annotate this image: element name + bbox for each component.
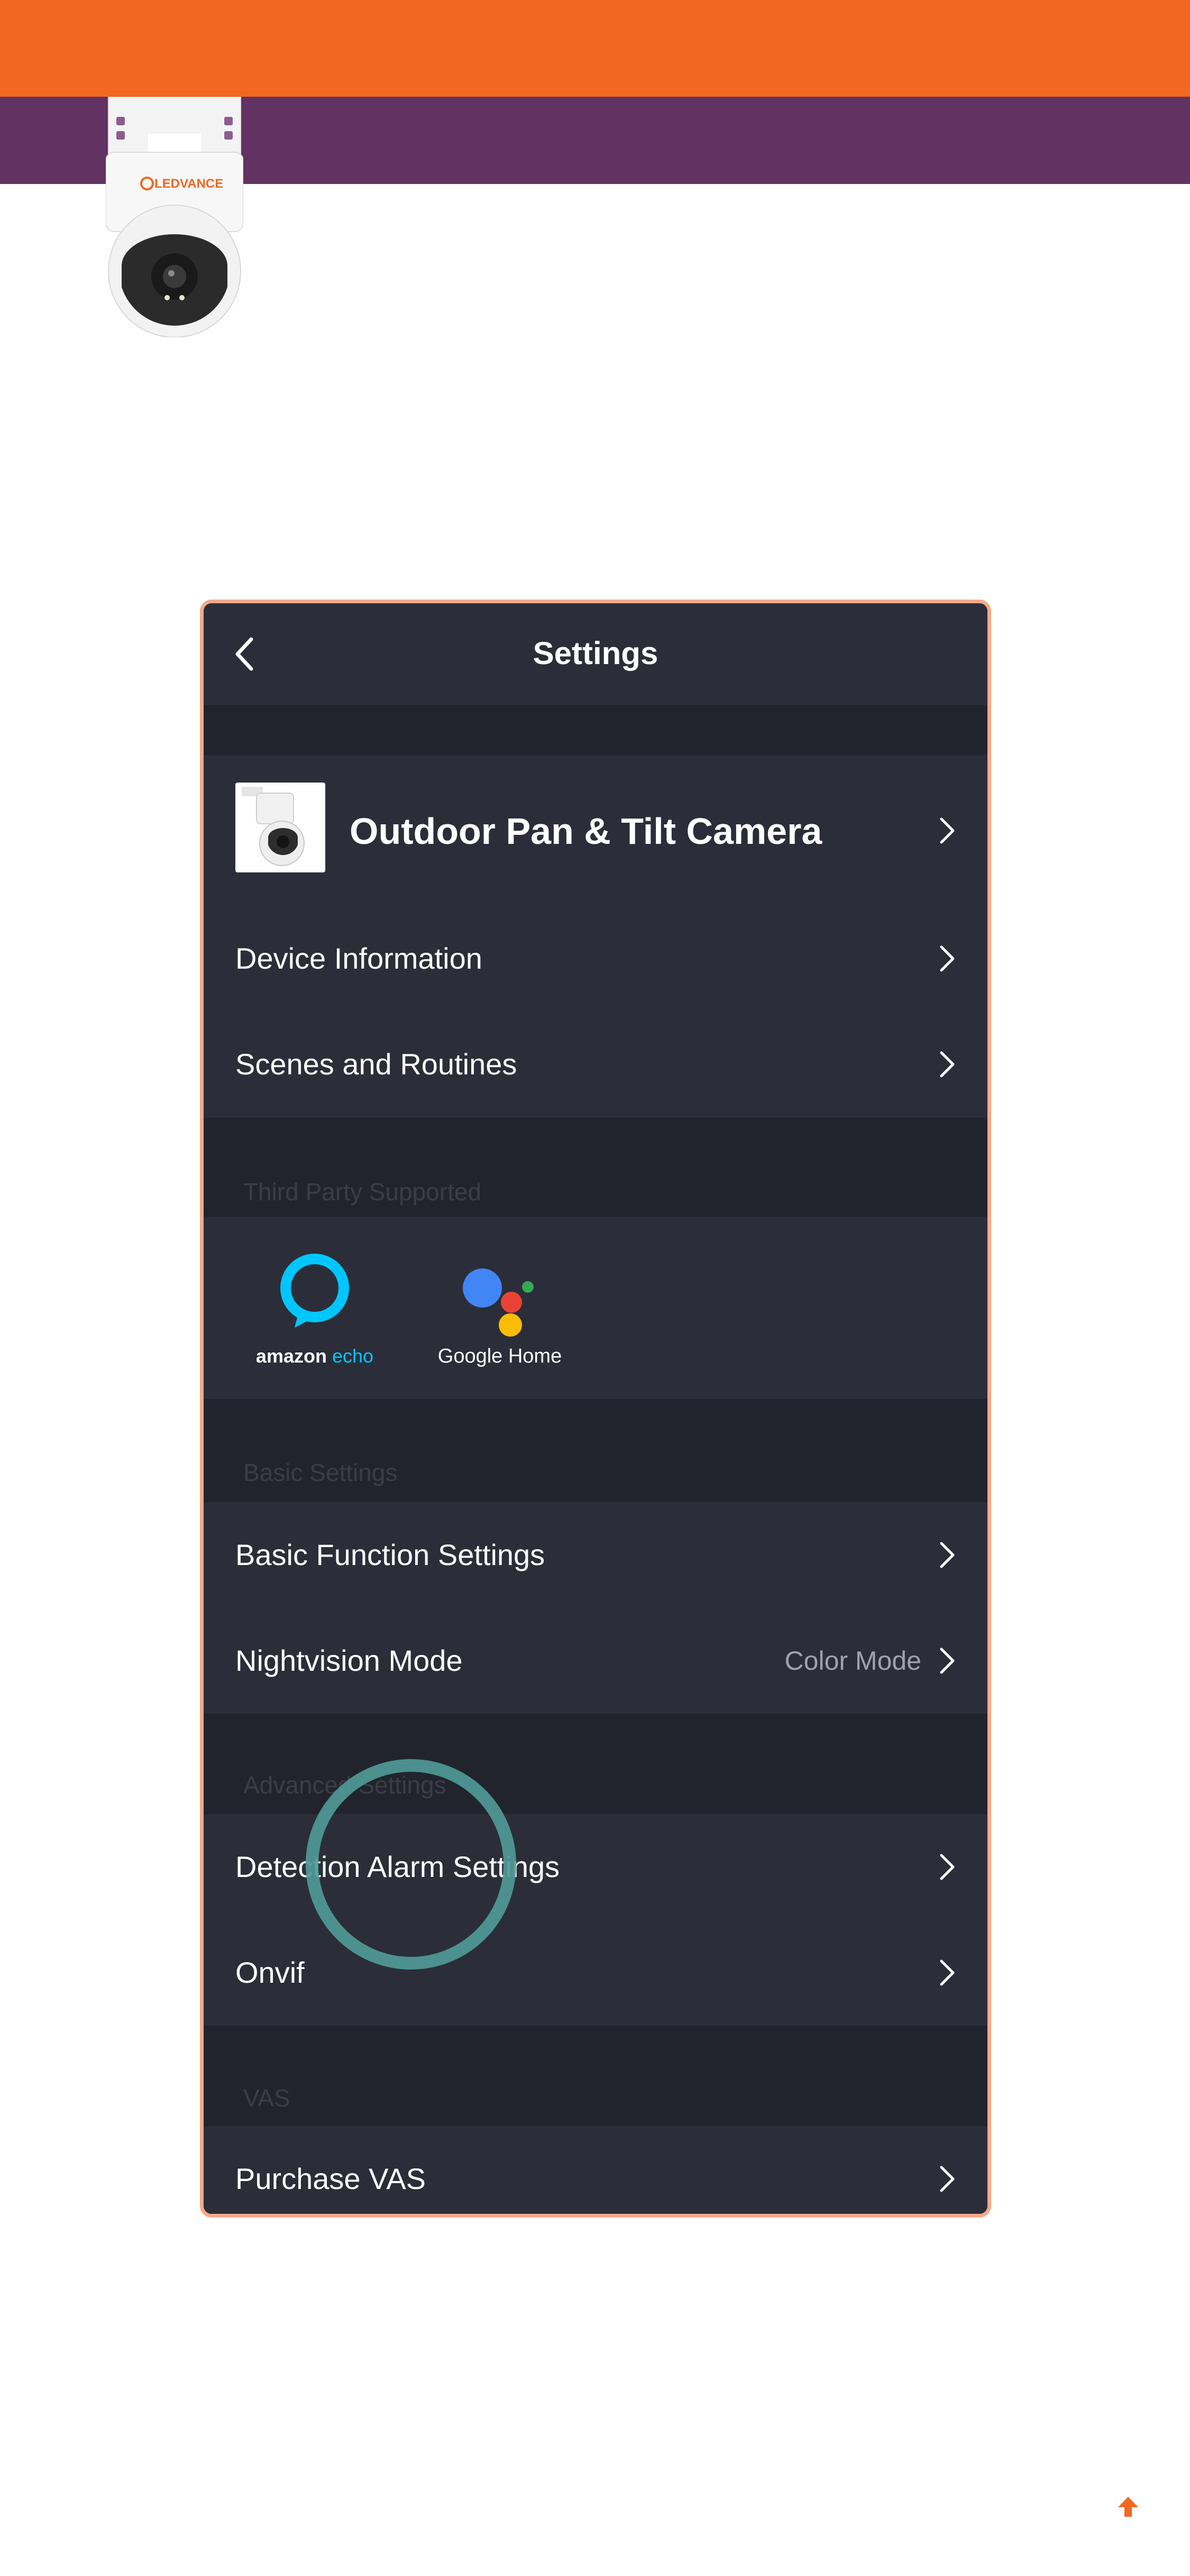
section-header-vas: VAS bbox=[243, 2084, 290, 2112]
amazon-echo-link[interactable]: amazon echo bbox=[246, 1248, 383, 1375]
back-button[interactable] bbox=[225, 633, 267, 675]
brand-header-band bbox=[0, 0, 1190, 97]
row-label: Onvif bbox=[235, 1956, 305, 1989]
nav-bar: Settings bbox=[204, 603, 987, 705]
purchase-vas-row[interactable]: Purchase VAS bbox=[204, 2126, 987, 2214]
chevron-right-icon bbox=[940, 1051, 955, 1078]
chevron-right-icon bbox=[940, 1854, 955, 1880]
chevron-left-icon bbox=[235, 637, 253, 671]
device-information-row[interactable]: Device Information bbox=[204, 906, 987, 1011]
page-title: Settings bbox=[533, 636, 658, 671]
detection-alarm-settings-row[interactable]: Detection Alarm Settings bbox=[204, 1814, 987, 1920]
advanced-settings-group: Detection Alarm Settings Onvif bbox=[204, 1814, 987, 2026]
section-header-basic: Basic Settings bbox=[243, 1459, 398, 1486]
device-row[interactable]: Outdoor Pan & Tilt Camera bbox=[204, 755, 987, 906]
settings-screen: Settings Outdoor Pan & Tilt Camera Devic… bbox=[200, 600, 991, 2218]
section-header-third-party: Third Party Supported bbox=[243, 1178, 482, 1206]
nightvision-mode-value: Color Mode bbox=[784, 1646, 921, 1676]
row-label: Nightvision Mode bbox=[235, 1644, 463, 1677]
row-label: Purchase VAS bbox=[235, 2162, 426, 2195]
device-name: Outdoor Pan & Tilt Camera bbox=[350, 811, 822, 852]
camera-thumbnail bbox=[235, 783, 325, 872]
section-header-advanced: Advanced Settings bbox=[243, 1771, 446, 1799]
google-assistant-icon bbox=[463, 1268, 534, 1337]
row-label: Scenes and Routines bbox=[235, 1047, 517, 1081]
vas-group: Purchase VAS bbox=[204, 2126, 987, 2214]
basic-function-settings-row[interactable]: Basic Function Settings bbox=[204, 1502, 987, 1608]
basic-settings-group: Basic Function Settings Nightvision Mode… bbox=[204, 1502, 987, 1714]
amazon-echo-label: amazon echo bbox=[255, 1345, 374, 1367]
chevron-right-icon bbox=[940, 1959, 955, 1986]
alexa-icon bbox=[280, 1254, 349, 1328]
row-label: Basic Function Settings bbox=[235, 1538, 545, 1571]
chevron-right-icon bbox=[940, 817, 955, 843]
arrow-up-icon bbox=[1118, 2497, 1138, 2517]
third-party-group: amazon echo Google Home bbox=[204, 1217, 987, 1399]
chevron-right-icon bbox=[940, 2166, 955, 2192]
nightvision-mode-row[interactable]: Nightvision Mode Color Mode bbox=[204, 1608, 987, 1714]
device-group: Outdoor Pan & Tilt Camera Device Informa… bbox=[204, 755, 987, 1118]
scroll-top-button[interactable] bbox=[1116, 2495, 1140, 2519]
row-label: Device Information bbox=[235, 942, 482, 975]
svg-text:LEDVANCE: LEDVANCE bbox=[154, 177, 223, 191]
outdoor-camera-image: LEDVANCE bbox=[105, 96, 244, 338]
chevron-right-icon bbox=[940, 945, 955, 972]
scenes-and-routines-row[interactable]: Scenes and Routines bbox=[204, 1011, 987, 1117]
google-home-link[interactable]: Google Home bbox=[431, 1248, 569, 1375]
row-label: Detection Alarm Settings bbox=[235, 1850, 560, 1883]
chevron-right-icon bbox=[940, 1648, 955, 1674]
google-home-label: Google Home bbox=[437, 1345, 562, 1367]
chevron-right-icon bbox=[940, 1542, 955, 1568]
onvif-row[interactable]: Onvif bbox=[204, 1920, 987, 2026]
